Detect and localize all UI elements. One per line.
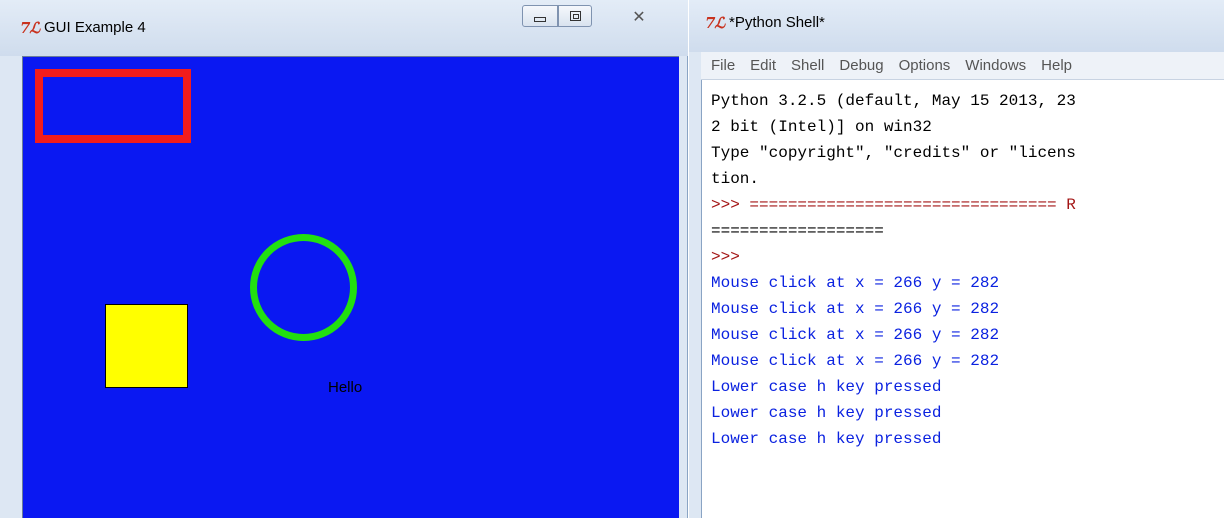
python-shell-window: 7ℒ *Python Shell* File Edit Shell Debug … (689, 0, 1224, 518)
shell-output-line: tion. (711, 170, 760, 188)
drawing-canvas[interactable]: Hello (22, 56, 679, 518)
window-title: *Python Shell* (729, 14, 825, 31)
red-rectangle (35, 69, 191, 143)
menu-file[interactable]: File (711, 57, 735, 74)
menu-bar: File Edit Shell Debug Options Windows He… (701, 52, 1224, 80)
shell-output-line: 2 bit (Intel)] on win32 (711, 118, 932, 136)
python-shell-titlebar[interactable]: 7ℒ *Python Shell* (689, 0, 1224, 52)
shell-program-output-line: Lower case h key pressed (711, 430, 942, 448)
maximize-icon (569, 11, 581, 21)
gui-example-titlebar[interactable]: 7ℒ GUI Example 4 ✕ (0, 0, 688, 56)
menu-windows[interactable]: Windows (965, 57, 1026, 74)
green-circle (250, 234, 357, 341)
shell-program-output-line: Mouse click at x = 266 y = 282 (711, 274, 1000, 292)
shell-output-area[interactable]: Python 3.2.5 (default, May 15 2013, 23 2 … (701, 80, 1224, 518)
minimize-button[interactable] (522, 5, 558, 27)
yellow-square (105, 304, 188, 388)
shell-program-output-line: Mouse click at x = 266 y = 282 (711, 326, 1000, 344)
menu-edit[interactable]: Edit (750, 57, 776, 74)
shell-program-output-line: Mouse click at x = 266 y = 282 (711, 300, 1000, 318)
shell-prompt-line: >>> ================================ R (711, 196, 1076, 214)
menu-debug[interactable]: Debug (839, 57, 883, 74)
close-button[interactable]: ✕ (617, 5, 661, 27)
shell-program-output-line: Mouse click at x = 266 y = 282 (711, 352, 1000, 370)
window-title: GUI Example 4 (44, 19, 146, 36)
menu-shell[interactable]: Shell (791, 57, 824, 74)
tk-feather-icon: 7ℒ (20, 19, 40, 37)
shell-output-line: ================== (711, 222, 884, 240)
hello-label: Hello (328, 379, 363, 396)
shell-prompt-line: >>> (711, 248, 740, 266)
gui-example-window: 7ℒ GUI Example 4 ✕ Hello (0, 0, 688, 518)
tk-feather-icon: 7ℒ (705, 14, 725, 32)
shell-program-output-line: Lower case h key pressed (711, 378, 942, 396)
shell-output-line: Python 3.2.5 (default, May 15 2013, 23 (711, 92, 1076, 110)
maximize-button[interactable] (558, 5, 592, 27)
shell-output-line: Type "copyright", "credits" or "licens (711, 144, 1076, 162)
shell-program-output-line: Lower case h key pressed (711, 404, 942, 422)
minimize-icon (534, 16, 546, 22)
menu-options[interactable]: Options (899, 57, 951, 74)
close-icon: ✕ (632, 6, 646, 26)
menu-help[interactable]: Help (1041, 57, 1072, 74)
